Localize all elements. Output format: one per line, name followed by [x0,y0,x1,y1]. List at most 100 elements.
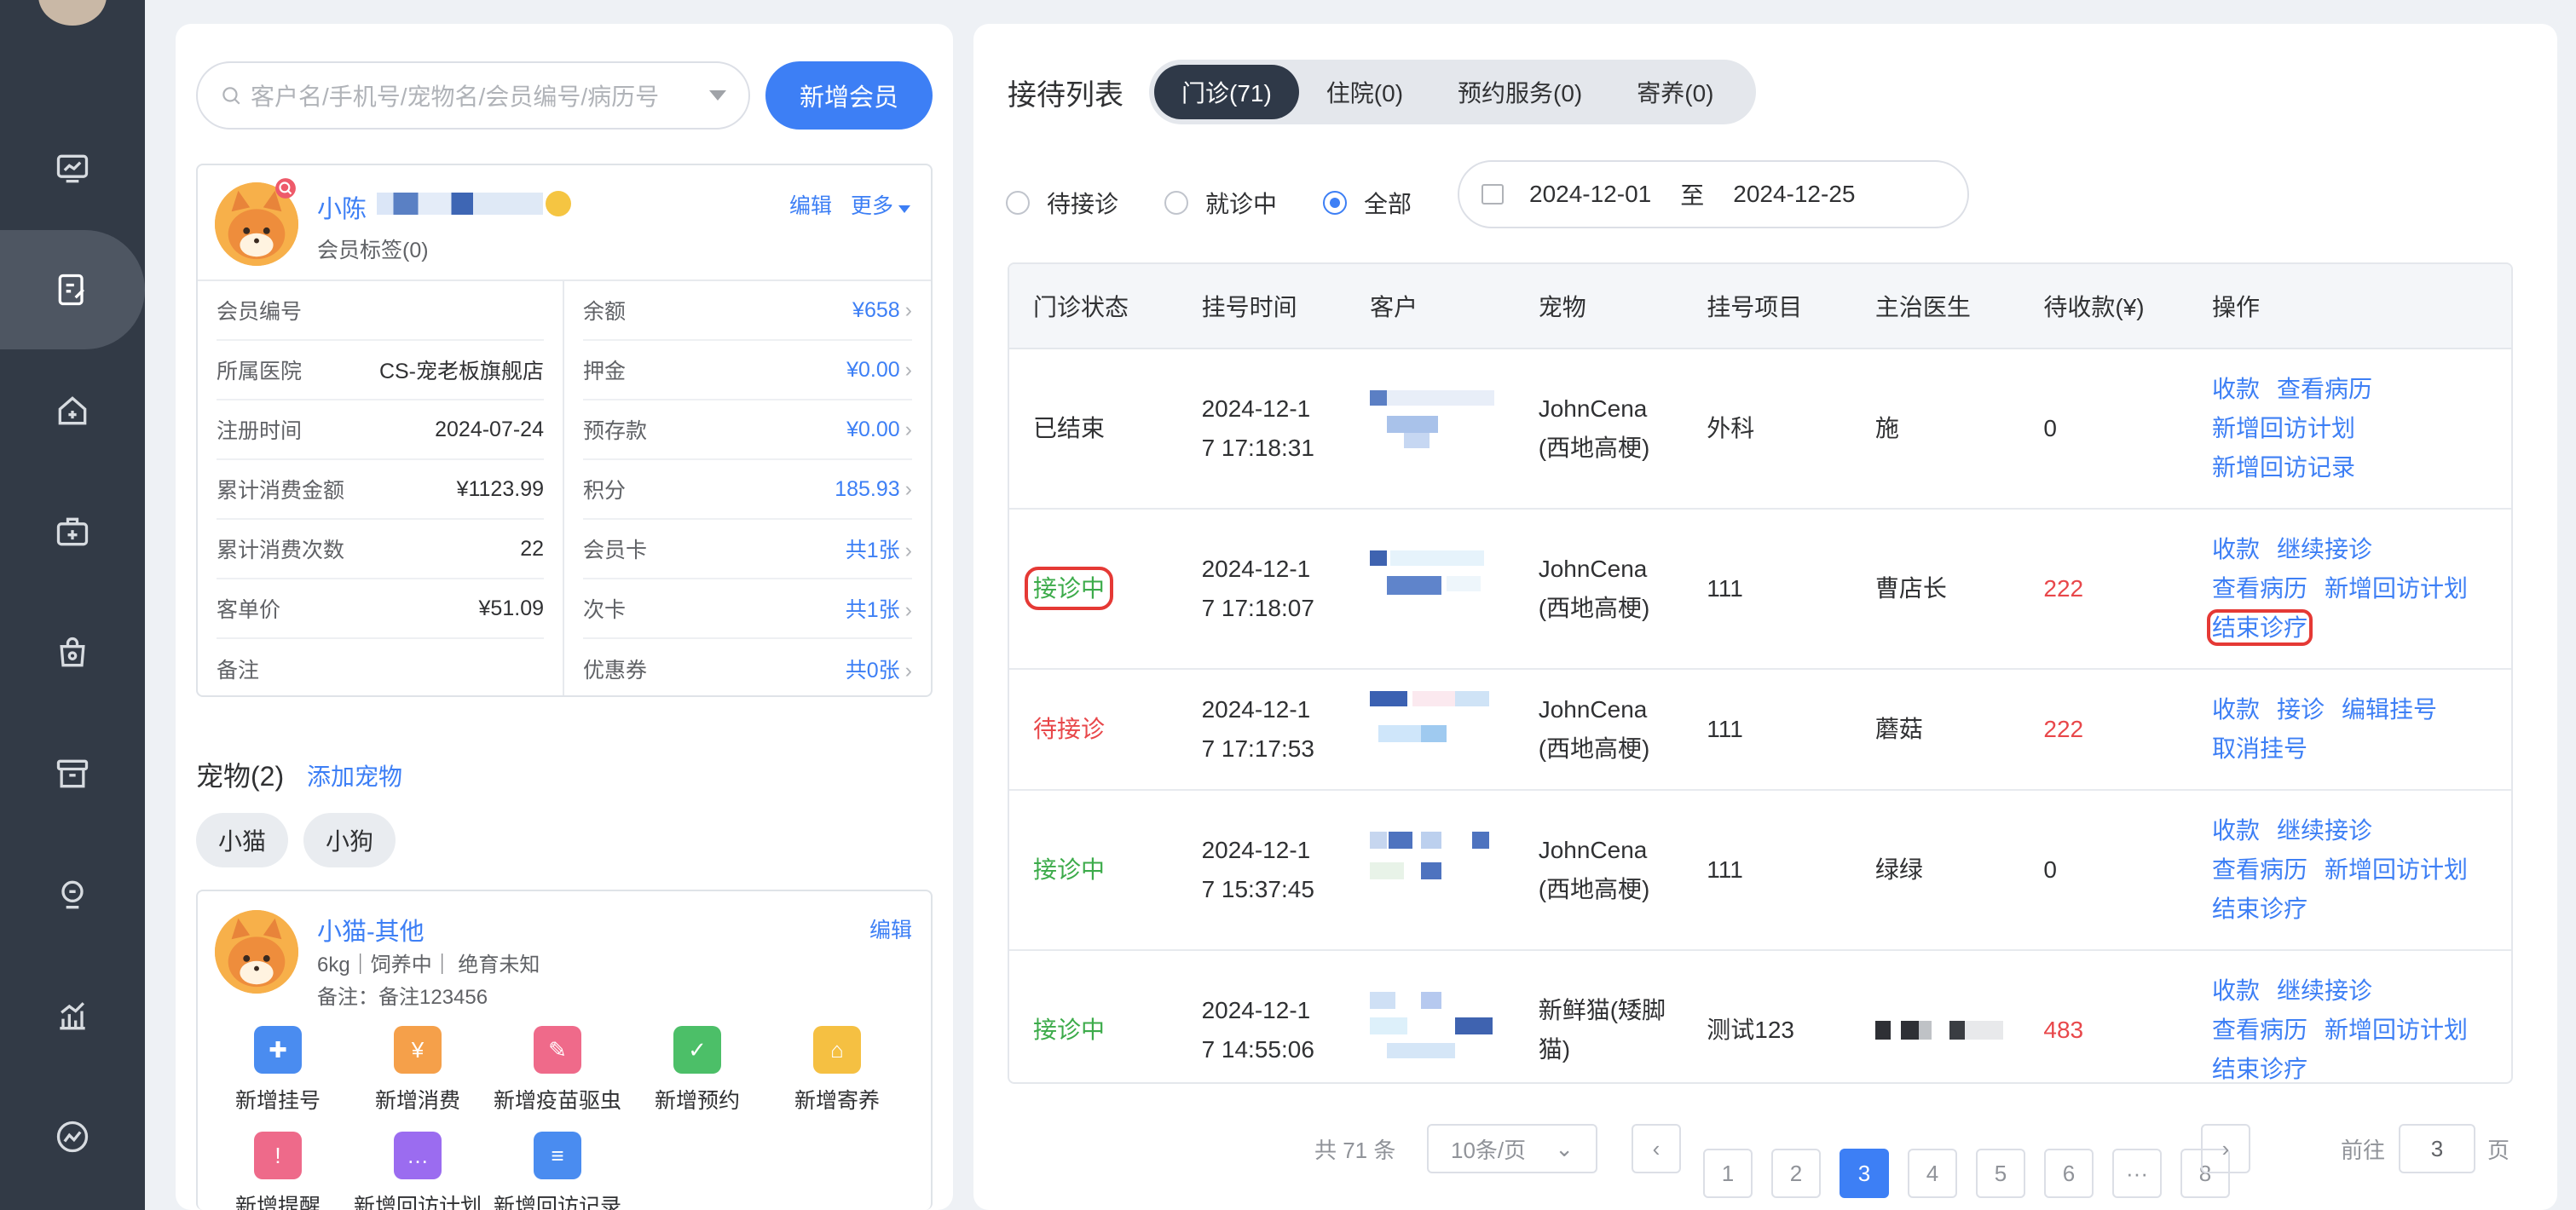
chevron-right-icon: › [904,539,912,562]
row-action-link[interactable]: 新增回访计划 [2325,1017,2468,1043]
time-cell: 2024-12-1 7 14:55:06 [1178,991,1347,1069]
more-pages-button[interactable]: ··· [2112,1149,2162,1198]
sidebar-item-dashboard[interactable] [0,109,145,228]
quick-action-button[interactable]: ≡ 新增回访记录 [488,1132,627,1210]
date-range-picker[interactable]: 2024-12-01 至 2024-12-25 [1458,160,1969,228]
member-info-row[interactable]: 积分 185.93 › [583,460,912,520]
row-action-link[interactable]: 接诊 [2277,696,2325,723]
search-member-badge-icon [275,178,296,199]
quick-action-button[interactable]: ✓ 新增预约 [627,1026,767,1115]
page-number-button[interactable]: 4 [1908,1149,1957,1198]
member-info-row[interactable]: 次卡 共1张 › [583,579,912,639]
pet-avatar [215,910,298,994]
filter-in-progress-radio[interactable]: 就诊中 [1164,186,1277,220]
quick-action-button[interactable]: ! 新增提醒 [208,1132,348,1210]
row-action-link[interactable]: 继续接诊 [2277,817,2372,844]
pet-tab-dog[interactable]: 小狗 [303,813,396,867]
column-header: 宠物 [1538,294,1586,320]
filter-all-radio[interactable]: 全部 [1323,186,1412,220]
user-avatar[interactable] [38,0,107,26]
sidebar-item-medical[interactable] [0,472,145,591]
dropdown-arrow-icon[interactable] [709,90,726,101]
row-action-link[interactable]: 查看病历 [2212,856,2307,883]
prev-page-button[interactable]: ‹ [1632,1124,1681,1173]
quick-action-button[interactable]: ✚ 新增挂号 [208,1026,348,1115]
quick-action-label: 新增回访记录 [493,1195,621,1210]
next-page-button[interactable]: › [2201,1124,2250,1173]
row-action-link[interactable]: 结束诊疗 [2212,896,2307,922]
sidebar-item-shop[interactable] [0,593,145,712]
reception-table: 门诊状态 挂号时间 客户 宠物 挂号项目 主治医生 待收款(¥) 操作 已结束 2024-12-… [1008,262,2513,1084]
page-number-button[interactable]: 2 [1771,1149,1821,1198]
member-info-row[interactable]: 预存款 ¥0.00 › [583,400,912,460]
row-action-link[interactable]: 收款 [2212,817,2260,844]
page-size-value: 10条/页 [1451,1137,1527,1163]
row-action-link[interactable]: 新增回访记录 [2212,454,2355,481]
tab-inpatient[interactable]: 住院(0) [1299,65,1430,119]
row-action-link[interactable]: 收款 [2212,376,2260,402]
row-action-link[interactable]: 查看病历 [2212,1017,2307,1043]
row-action-link[interactable]: 收款 [2212,696,2260,723]
quick-action-label: 新增预约 [654,1089,740,1113]
filter-waiting-radio[interactable]: 待接诊 [1006,186,1118,220]
quick-action-label: 新增消费 [374,1089,460,1113]
add-member-button[interactable]: 新增会员 [765,61,933,130]
page-number-button[interactable]: 5 [1976,1149,2025,1198]
row-action-link[interactable]: 查看病历 [2212,575,2307,602]
date-to[interactable]: 2024-12-25 [1733,181,1855,208]
pet-name[interactable]: 小猫-其他 [317,912,425,948]
page-size-select[interactable]: 10条/页 ⌄ [1427,1124,1597,1173]
time-line: 2024-12-1 [1201,556,1311,582]
quick-action-button[interactable]: ⌂ 新增寄养 [767,1026,907,1115]
chevron-right-icon: › [2221,1135,2230,1161]
row-action-link[interactable]: 结束诊疗 [2212,1056,2307,1082]
row-action-link[interactable]: 收款 [2212,536,2260,562]
sidebar-item-hospital[interactable] [0,351,145,470]
row-action-link[interactable]: 新增回访计划 [2212,415,2355,441]
goto-page-input[interactable]: 3 [2399,1124,2475,1173]
tab-appointment[interactable]: 预约服务(0) [1430,65,1609,119]
column-header: 客户 [1370,294,1418,320]
member-info-row[interactable]: 余额 ¥658 › [583,281,912,341]
page-number-button[interactable]: 3 [1840,1149,1889,1198]
row-action-link[interactable]: 结束诊疗 [2206,609,2313,646]
pet-tab-cat[interactable]: 小猫 [196,813,288,867]
sidebar-item-staff[interactable] [0,835,145,954]
row-action-link[interactable]: 查看病历 [2277,376,2372,402]
member-search-input[interactable]: 客户名/手机号/宠物名/会员编号/病历号 [196,61,750,130]
tab-boarding[interactable]: 寄养(0) [1609,65,1741,119]
status-text: 接诊中 [1033,856,1106,883]
sidebar-item-reports[interactable] [0,956,145,1075]
edit-member-link[interactable]: 编辑 [789,189,832,220]
edit-pet-link[interactable]: 编辑 [869,913,912,944]
quick-action-button[interactable]: … 新增回访计划 [348,1132,488,1210]
masked-client-name [1370,832,1494,908]
quick-action-button[interactable]: ✎ 新增疫苗驱虫 [488,1026,627,1115]
row-action-link[interactable]: 继续接诊 [2277,536,2372,562]
status-text: 已结束 [1033,415,1106,441]
tab-outpatient[interactable]: 门诊(71) [1154,65,1299,119]
member-info-row[interactable]: 押金 ¥0.00 › [583,341,912,400]
sidebar-item-reception[interactable] [0,230,145,349]
page-number-button[interactable]: 1 [1703,1149,1753,1198]
row-action-link[interactable]: 继续接诊 [2277,977,2372,1004]
add-pet-link[interactable]: 添加宠物 [307,758,402,792]
member-info-row[interactable]: 优惠券 共0张 › [583,639,912,695]
row-action-link[interactable]: 取消挂号 [2212,735,2307,762]
more-dropdown[interactable]: 更多 [851,189,910,220]
row-action-link[interactable]: 编辑挂号 [2342,696,2437,723]
chevron-right-icon: › [904,417,912,441]
actions-cell: 收款 继续接诊查看病历 新增回访计划 结束诊疗 [2188,971,2511,1082]
masked-client-name [1370,992,1494,1069]
row-action-link[interactable]: 新增回访计划 [2325,856,2468,883]
member-info-row[interactable]: 会员卡 共1张 › [583,520,912,579]
sidebar-item-inventory[interactable] [0,714,145,833]
row-action-link[interactable]: 收款 [2212,977,2260,1004]
page-number-button[interactable]: 6 [2044,1149,2094,1198]
sidebar-item-trend[interactable] [0,1077,145,1196]
quick-action-button[interactable]: ¥ 新增消费 [348,1026,488,1115]
date-from[interactable]: 2024-12-01 [1529,181,1651,208]
time-cell: 2024-12-1 7 17:18:07 [1178,550,1347,628]
yuan-icon: ¥ [394,1026,442,1074]
row-action-link[interactable]: 新增回访计划 [2325,575,2468,602]
